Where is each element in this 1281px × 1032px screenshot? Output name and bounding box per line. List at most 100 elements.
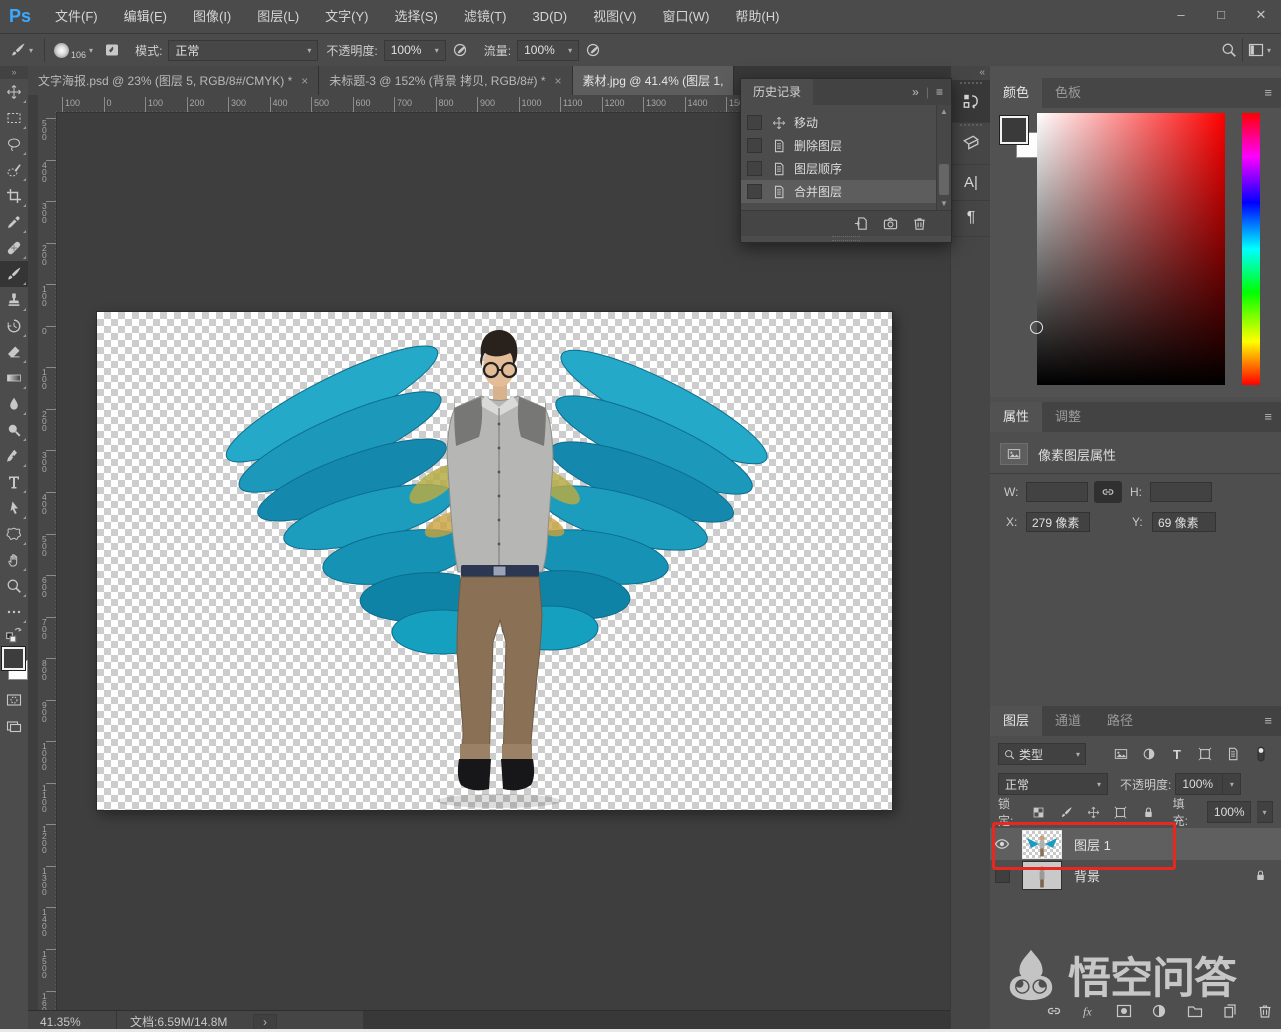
search-icon[interactable] [1221,42,1237,58]
history-state-row[interactable]: 删除图层 [741,134,937,157]
toggle-brush-panel-icon[interactable] [104,42,120,58]
layers-tab[interactable]: 路径 [1094,706,1146,736]
properties-tab[interactable]: 调整 [1042,402,1094,432]
layer-row-layer-1[interactable]: 图层 1 [990,828,1281,860]
tab-history[interactable]: 历史记录 [741,79,813,105]
scroll-down-icon[interactable]: ▼ [937,199,951,208]
brush-preset-picker[interactable]: 106 ▾ [50,41,97,60]
menu-item[interactable]: 视图(V) [580,0,649,33]
filter-type-layers-icon[interactable]: T [1165,744,1189,764]
chevron-down-icon[interactable]: ▾ [1223,773,1241,795]
foreground-color-swatch[interactable] [1000,116,1028,144]
gradient-tool[interactable] [0,365,28,391]
new-layer-icon[interactable] [1222,1003,1238,1019]
collapse-tools-button[interactable]: » [0,66,28,79]
flow-select[interactable]: 100% ▾ [517,40,579,61]
height-field[interactable] [1150,482,1212,502]
collapse-panel-icon[interactable]: » [912,85,919,99]
color-tab[interactable]: 颜色 [990,78,1042,108]
layer-filter-select[interactable]: 类型 ▾ [998,743,1086,765]
layer-fill-value[interactable]: 100% [1207,801,1251,823]
menu-item[interactable]: 选择(S) [382,0,451,33]
blur-tool[interactable] [0,391,28,417]
character-panel-icon[interactable]: A| [951,164,991,201]
opacity-select[interactable]: 100% ▾ [384,40,446,61]
panel-menu-icon[interactable]: ≡ [1264,706,1281,736]
quick-mask-mode-button[interactable] [0,687,28,713]
move-tool[interactable] [0,79,28,105]
layer-opacity-value[interactable]: 100% [1175,773,1223,795]
clone-stamp-tool[interactable] [0,287,28,313]
filter-adjustment-layers-icon[interactable] [1137,744,1161,764]
default-swap-colors-icon[interactable] [0,625,28,645]
layer-thumbnail[interactable] [1022,830,1062,859]
panel-menu-icon[interactable]: ≡ [1264,78,1281,108]
layer-name[interactable]: 图层 1 [1074,835,1111,854]
eyedropper-tool[interactable] [0,209,28,235]
delete-layer-icon[interactable] [1257,1003,1273,1019]
menu-item[interactable]: 文字(Y) [312,0,381,33]
filter-smart-objects-icon[interactable] [1221,744,1245,764]
new-snapshot-icon[interactable] [883,216,898,231]
menu-item[interactable]: 图层(L) [244,0,312,33]
new-document-from-state-icon[interactable] [854,216,869,231]
scrollbar-thumb[interactable] [939,164,949,196]
custom-shape-tool[interactable] [0,521,28,547]
marquee-tool[interactable] [0,105,28,131]
lasso-tool[interactable] [0,131,28,157]
delete-state-icon[interactable] [912,216,927,231]
minimize-button[interactable]: – [1161,0,1201,33]
scroll-up-icon[interactable]: ▲ [937,107,951,116]
path-selection-tool[interactable] [0,495,28,521]
history-state-row[interactable]: 图层顺序 [741,157,937,180]
history-brush-tool[interactable] [0,313,28,339]
eraser-tool[interactable] [0,339,28,365]
lock-position-icon[interactable] [1083,802,1104,822]
y-field[interactable]: 69 像素 [1152,512,1216,532]
menu-item[interactable]: 滤镜(T) [451,0,520,33]
layer-thumbnail[interactable] [1022,861,1062,890]
close-button[interactable]: ✕ [1241,0,1281,33]
close-tab-icon[interactable]: × [555,74,562,88]
crop-tool[interactable] [0,183,28,209]
paragraph-panel-icon[interactable]: ¶ [951,200,991,237]
panel-menu-icon[interactable]: ≡ [1264,402,1281,432]
tool-preset-picker[interactable]: ▾ [0,42,39,58]
dodge-tool[interactable] [0,417,28,443]
layer-visibility-toggle[interactable] [990,868,1014,883]
hand-tool[interactable] [0,547,28,573]
history-state-row[interactable]: 合并图层 [741,180,937,203]
zoom-tool[interactable] [0,573,28,599]
layers-tab[interactable]: 通道 [1042,706,1094,736]
filter-pixel-layers-icon[interactable] [1109,744,1133,764]
pressure-opacity-icon[interactable] [453,42,469,58]
link-dimensions-icon[interactable] [1094,481,1122,503]
history-source-checkbox[interactable] [747,115,762,130]
healing-brush-tool[interactable] [0,235,28,261]
history-state-row[interactable]: 移动 [741,111,937,134]
maximize-button[interactable]: □ [1201,0,1241,33]
history-source-checkbox[interactable] [747,138,762,153]
lock-all-icon[interactable] [1137,802,1158,822]
screen-mode-button[interactable] [0,713,28,739]
saturation-brightness-field[interactable] [1037,113,1225,385]
brush-tool[interactable] [0,261,28,287]
layer-row-background[interactable]: 背景 [990,860,1281,890]
collapse-dock-icon[interactable]: « [979,67,985,78]
clone-source-panel-icon[interactable] [951,122,991,165]
layer-mask-icon[interactable] [1116,1003,1132,1019]
lock-artboard-icon[interactable] [1110,802,1131,822]
type-tool[interactable] [0,469,28,495]
link-layers-icon[interactable] [1046,1003,1062,1019]
history-panel-icon[interactable] [951,80,991,123]
canvas[interactable] [97,312,892,810]
color-picker-ring[interactable] [1030,321,1043,334]
layer-filter-toggle-pin[interactable] [1249,744,1273,764]
layer-name[interactable]: 背景 [1074,866,1100,885]
lock-transparency-icon[interactable] [1028,802,1049,822]
layer-blend-mode-select[interactable]: 正常 ▾ [998,773,1108,795]
quick-selection-tool[interactable] [0,157,28,183]
menu-item[interactable]: 文件(F) [42,0,111,33]
x-field[interactable]: 279 像素 [1026,512,1090,532]
history-source-checkbox[interactable] [747,161,762,176]
